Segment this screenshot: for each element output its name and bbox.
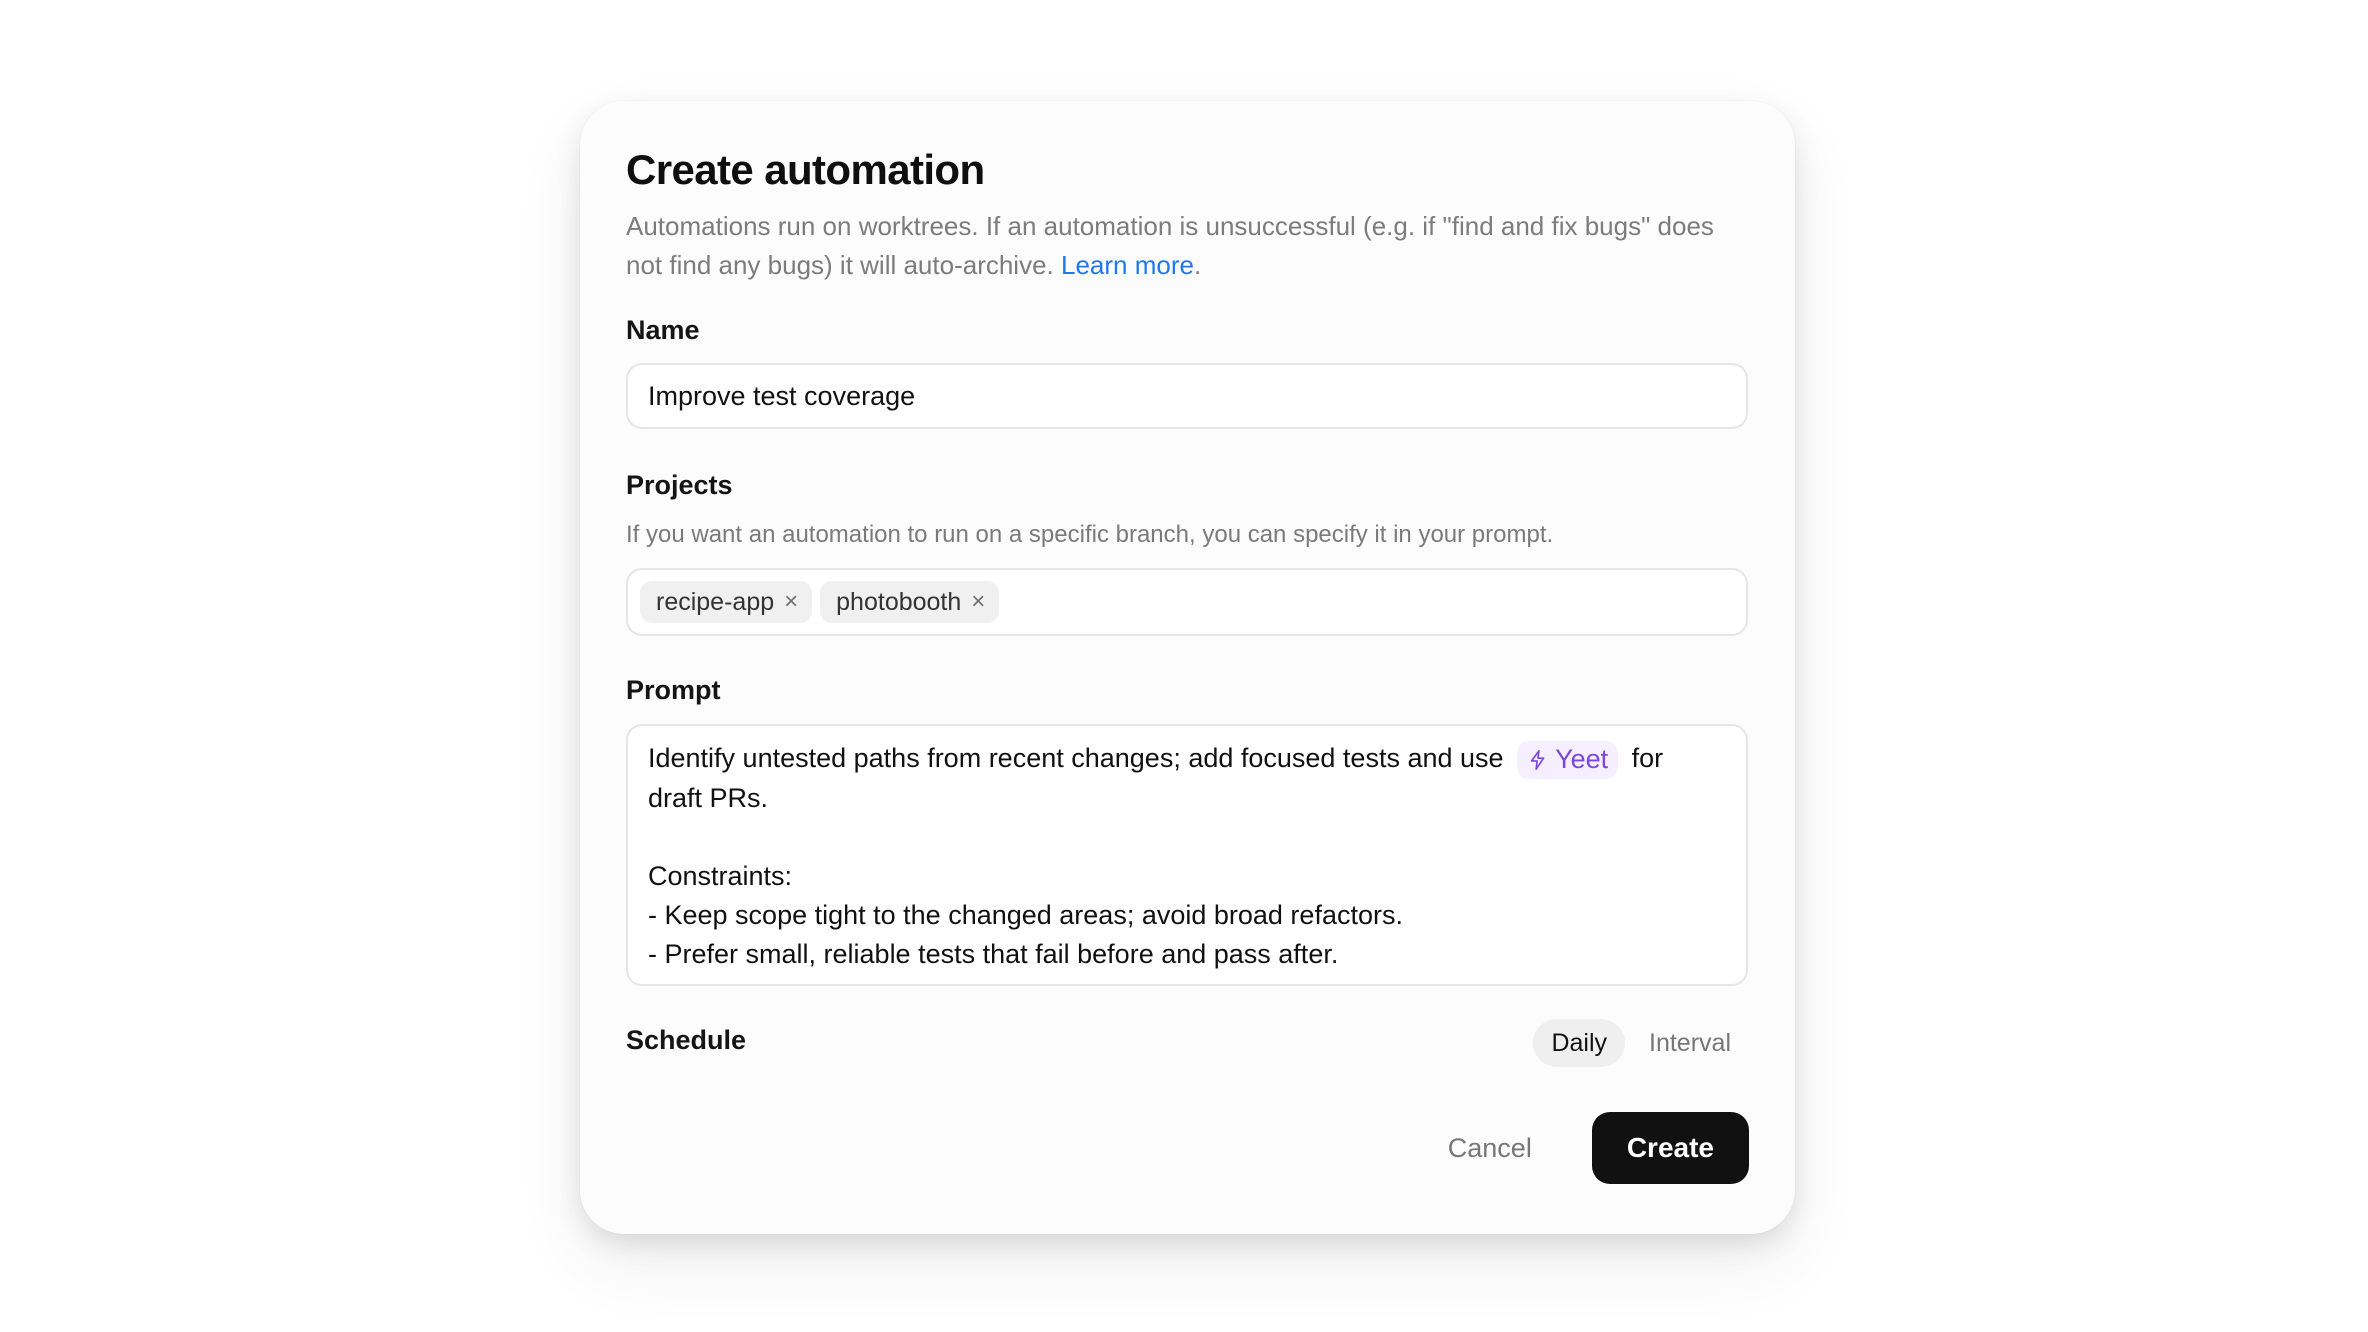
projects-selector[interactable]: recipe-app × photobooth × bbox=[626, 568, 1748, 636]
create-automation-dialog: Create automation Automations run on wor… bbox=[580, 101, 1795, 1234]
projects-label: Projects bbox=[626, 470, 733, 500]
description-period: . bbox=[1193, 250, 1202, 280]
schedule-segmented-control: Daily Interval bbox=[1533, 1019, 1749, 1067]
project-chip-photobooth[interactable]: photobooth × bbox=[820, 581, 1000, 623]
prompt-text-after-chip: for bbox=[1631, 743, 1664, 773]
lightning-icon bbox=[1530, 749, 1545, 770]
prompt-text-before-chip: Identify untested paths from recent chan… bbox=[648, 743, 1504, 773]
name-input[interactable] bbox=[626, 363, 1748, 429]
screen: Create automation Automations run on wor… bbox=[0, 0, 2368, 1332]
constraint-item: - Prefer small, reliable tests that fail… bbox=[648, 938, 1339, 969]
schedule-daily-option[interactable]: Daily bbox=[1533, 1019, 1626, 1067]
prompt-line-2: draft PRs. bbox=[648, 782, 769, 813]
schedule-label: Schedule bbox=[626, 1025, 747, 1055]
close-icon[interactable]: × bbox=[971, 590, 985, 614]
prompt-editor[interactable]: Identify untested paths from recent chan… bbox=[626, 724, 1748, 986]
yeet-chip-label: Yeet bbox=[1555, 744, 1609, 775]
constraint-item: - Keep scope tight to the changed areas;… bbox=[648, 899, 1403, 930]
schedule-interval-option[interactable]: Interval bbox=[1631, 1019, 1749, 1067]
cancel-button[interactable]: Cancel bbox=[1410, 1112, 1570, 1184]
project-chip-recipe-app[interactable]: recipe-app × bbox=[640, 581, 813, 623]
dialog-actions: Cancel Create bbox=[1410, 1112, 1749, 1184]
dialog-title: Create automation bbox=[626, 146, 985, 193]
constraints-title: Constraints: bbox=[648, 860, 793, 891]
prompt-blank-line bbox=[648, 818, 1726, 857]
create-button[interactable]: Create bbox=[1591, 1112, 1749, 1184]
dialog-description: Automations run on worktrees. If an auto… bbox=[626, 207, 1736, 285]
project-chip-label: recipe-app bbox=[656, 587, 775, 616]
learn-more-link[interactable]: Learn more bbox=[1061, 250, 1194, 280]
close-icon[interactable]: × bbox=[784, 590, 798, 614]
prompt-line-1: Identify untested paths from recent chan… bbox=[648, 739, 1726, 779]
prompt-label: Prompt bbox=[626, 675, 721, 705]
projects-help-text: If you want an automation to run on a sp… bbox=[626, 521, 1554, 548]
project-chip-label: photobooth bbox=[836, 587, 962, 616]
name-label: Name bbox=[626, 315, 700, 345]
yeet-tool-chip[interactable]: Yeet bbox=[1517, 740, 1619, 779]
